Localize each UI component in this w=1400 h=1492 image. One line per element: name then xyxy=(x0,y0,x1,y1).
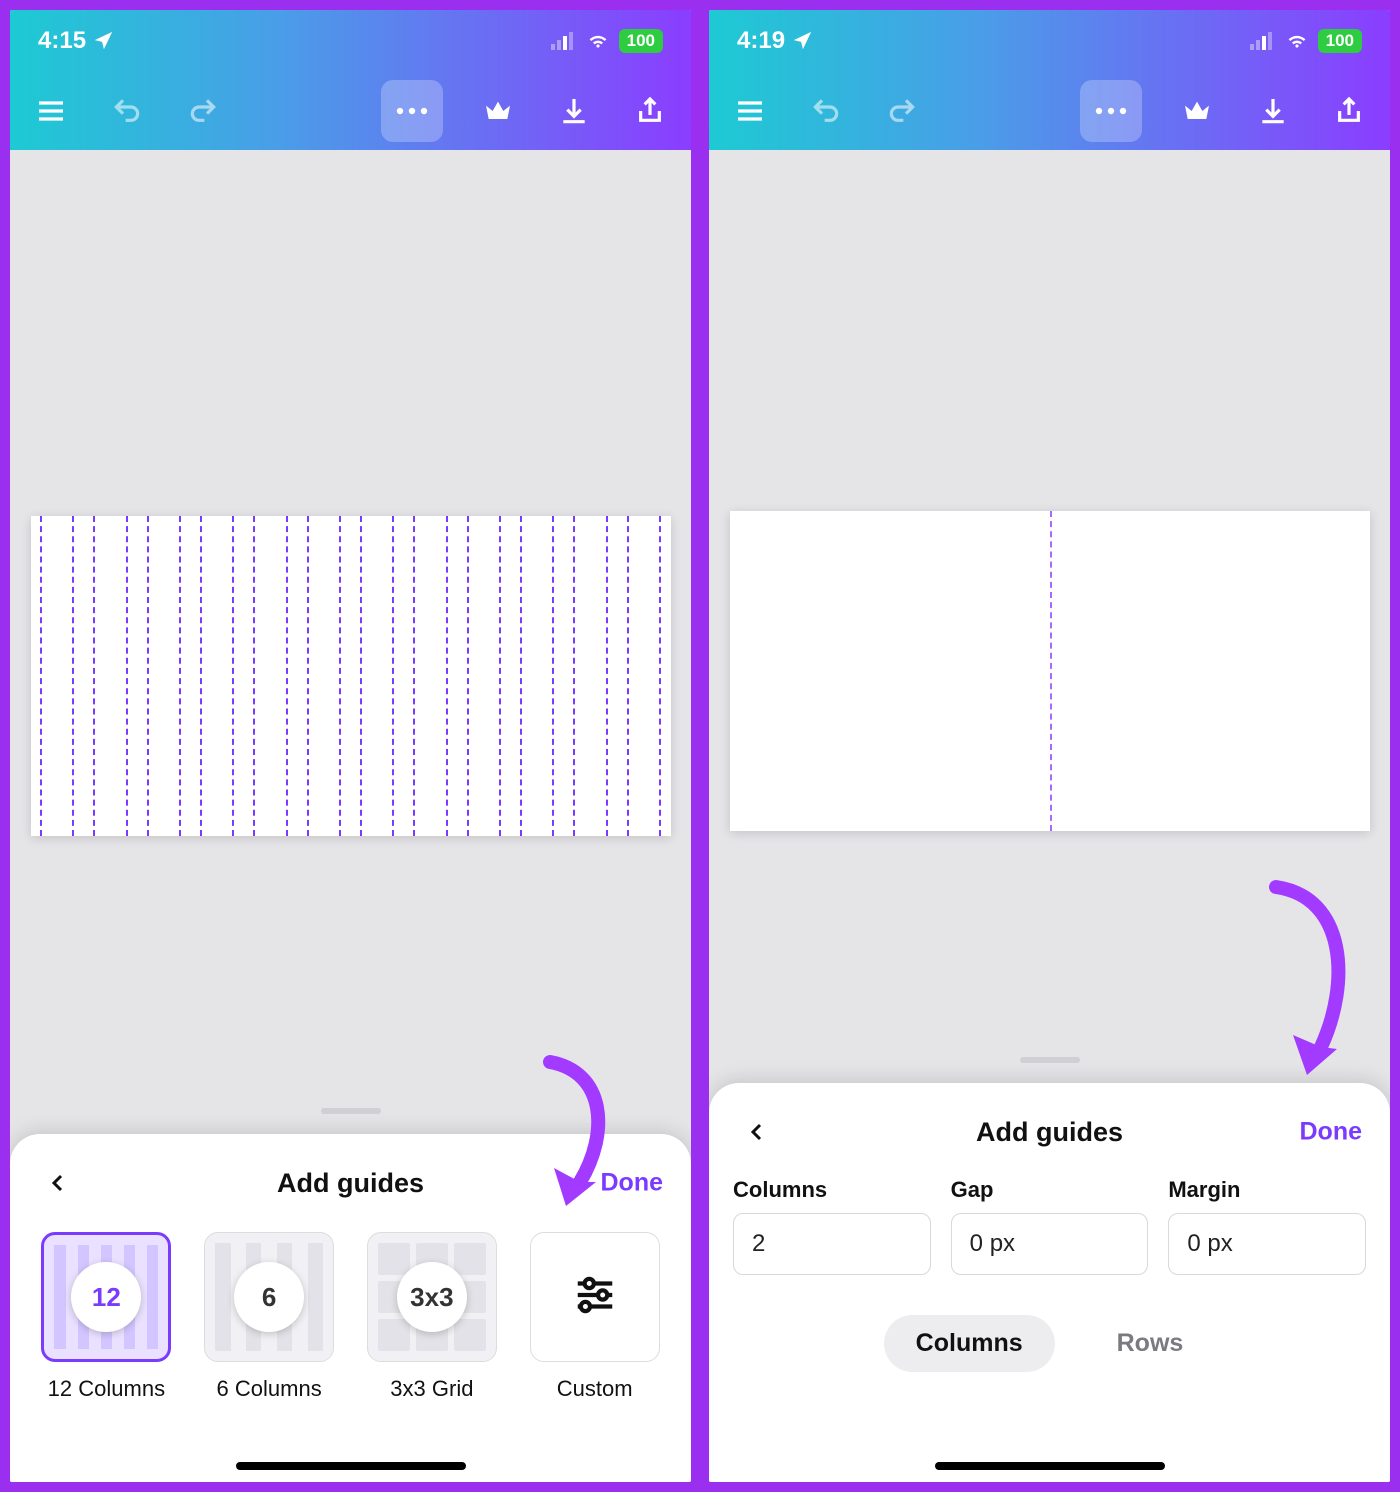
option-label: 12 Columns xyxy=(48,1376,165,1402)
option-badge: 3x3 xyxy=(397,1262,467,1332)
column-guide xyxy=(360,516,395,836)
columns-label: Columns xyxy=(733,1177,931,1203)
undo-button[interactable] xyxy=(805,90,847,132)
option-label: Custom xyxy=(557,1376,633,1402)
menu-button[interactable] xyxy=(30,90,72,132)
home-indicator[interactable] xyxy=(935,1462,1165,1470)
guide-option-12-columns[interactable]: 12 12 Columns xyxy=(34,1232,179,1402)
premium-button[interactable] xyxy=(477,90,519,132)
sheet-grabber[interactable] xyxy=(1020,1057,1080,1063)
option-badge: 12 xyxy=(71,1262,141,1332)
home-indicator[interactable] xyxy=(236,1462,466,1470)
redo-button[interactable] xyxy=(182,90,224,132)
status-time: 4:19 xyxy=(737,27,785,55)
share-button[interactable] xyxy=(629,90,671,132)
design-page[interactable] xyxy=(31,516,671,836)
done-button[interactable]: Done xyxy=(601,1169,664,1198)
status-bar: 4:15 100 xyxy=(10,10,691,72)
guide-option-3x3-grid[interactable]: 3x3 3x3 Grid xyxy=(360,1232,505,1402)
redo-button[interactable] xyxy=(881,90,923,132)
more-button[interactable] xyxy=(381,80,443,142)
add-guides-sheet: Add guides Done 12 12 Columns 6 6 Column… xyxy=(10,1134,691,1482)
status-time: 4:15 xyxy=(38,27,86,55)
column-guide xyxy=(520,516,555,836)
location-icon xyxy=(92,30,114,52)
column-guide xyxy=(147,516,182,836)
gap-input[interactable]: 0 px xyxy=(951,1213,1149,1275)
location-icon xyxy=(791,30,813,52)
screenshot-left: 4:15 100 xyxy=(6,6,695,1486)
option-label: 6 Columns xyxy=(217,1376,322,1402)
design-page[interactable] xyxy=(730,511,1370,831)
segment-columns[interactable]: Columns xyxy=(884,1315,1055,1372)
sheet-grabber[interactable] xyxy=(321,1108,381,1114)
battery-indicator: 100 xyxy=(619,29,663,53)
status-bar: 4:19 100 xyxy=(709,10,1390,72)
menu-button[interactable] xyxy=(729,90,771,132)
sheet-title: Add guides xyxy=(976,1117,1123,1148)
guide-option-6-columns[interactable]: 6 6 Columns xyxy=(197,1232,342,1402)
premium-button[interactable] xyxy=(1176,90,1218,132)
center-guide-line xyxy=(1050,511,1052,831)
back-button[interactable] xyxy=(737,1112,777,1152)
option-label: 3x3 Grid xyxy=(390,1376,473,1402)
column-guide xyxy=(573,516,608,836)
gap-label: Gap xyxy=(951,1177,1149,1203)
share-button[interactable] xyxy=(1328,90,1370,132)
cell-signal-icon xyxy=(1250,32,1276,50)
column-guide xyxy=(40,516,75,836)
margin-input[interactable]: 0 px xyxy=(1168,1213,1366,1275)
sheet-title: Add guides xyxy=(277,1168,424,1199)
battery-indicator: 100 xyxy=(1318,29,1362,53)
option-badge: 6 xyxy=(234,1262,304,1332)
column-guide xyxy=(307,516,342,836)
column-guide xyxy=(413,516,448,836)
wifi-icon xyxy=(585,31,611,51)
app-toolbar xyxy=(709,72,1390,150)
app-toolbar xyxy=(10,72,691,150)
column-guide xyxy=(200,516,235,836)
sliders-icon xyxy=(572,1272,618,1323)
download-button[interactable] xyxy=(553,90,595,132)
column-guide xyxy=(253,516,288,836)
orientation-segmented: Columns Rows xyxy=(733,1315,1366,1372)
more-button[interactable] xyxy=(1080,80,1142,142)
column-guide xyxy=(627,516,662,836)
cell-signal-icon xyxy=(551,32,577,50)
columns-input[interactable]: 2 xyxy=(733,1213,931,1275)
column-guide xyxy=(93,516,128,836)
guide-option-custom[interactable]: Custom xyxy=(522,1232,667,1402)
back-button[interactable] xyxy=(38,1163,78,1203)
undo-button[interactable] xyxy=(106,90,148,132)
screenshot-right: 4:19 100 xyxy=(705,6,1394,1486)
wifi-icon xyxy=(1284,31,1310,51)
download-button[interactable] xyxy=(1252,90,1294,132)
segment-rows[interactable]: Rows xyxy=(1085,1315,1216,1372)
custom-guides-sheet: Add guides Done Columns 2 Gap 0 px Margi… xyxy=(709,1083,1390,1482)
done-button[interactable]: Done xyxy=(1300,1118,1363,1147)
column-guide xyxy=(467,516,502,836)
margin-label: Margin xyxy=(1168,1177,1366,1203)
